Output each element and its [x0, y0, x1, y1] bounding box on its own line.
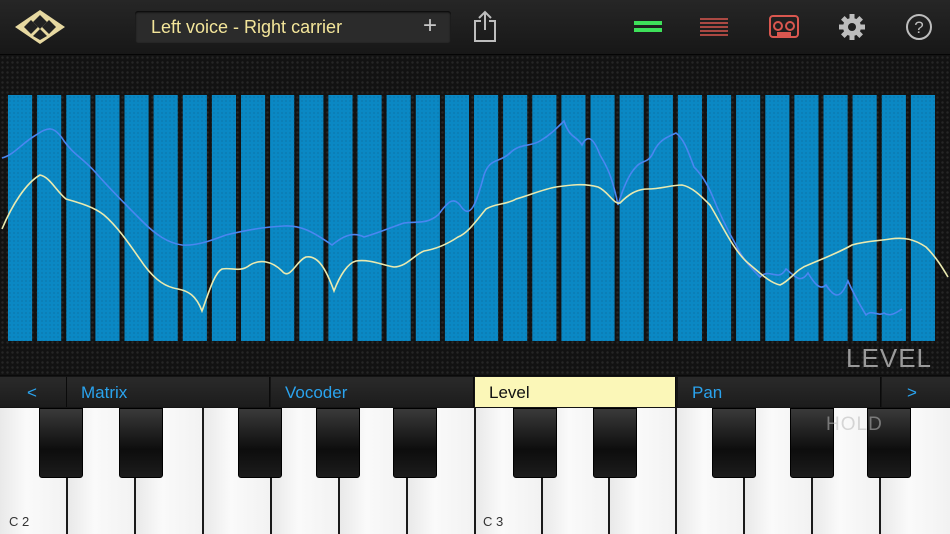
- band-column-texture: [736, 95, 761, 341]
- piano-black-key[interactable]: [593, 408, 637, 478]
- band-column-texture: [328, 95, 353, 341]
- piano-black-key[interactable]: [316, 408, 360, 478]
- preset-name: Left voice - Right carrier: [151, 17, 343, 37]
- band-column-texture: [561, 95, 586, 341]
- band-column-texture: [66, 95, 91, 341]
- tab-next-button[interactable]: >: [882, 377, 950, 407]
- band-column-texture: [182, 95, 207, 341]
- band-column-texture: [852, 95, 877, 341]
- tab-matrix[interactable]: Matrix: [67, 377, 270, 407]
- hold-button[interactable]: HOLD: [826, 414, 883, 436]
- band-column-texture: [444, 95, 469, 341]
- band-column-texture: [8, 95, 33, 341]
- chevron-right-icon: >: [907, 383, 917, 402]
- tab-level[interactable]: Level: [475, 377, 676, 407]
- display-mode-label: LEVEL: [846, 343, 932, 373]
- band-column-texture: [124, 95, 149, 341]
- chevron-left-icon: <: [27, 383, 37, 402]
- app-logo-icon[interactable]: [14, 8, 66, 46]
- band-column-texture: [241, 95, 266, 341]
- share-icon[interactable]: [468, 10, 502, 44]
- band-column-texture: [590, 95, 615, 341]
- band-column-texture: [503, 95, 528, 341]
- preset-selector[interactable]: Left voice - Right carrier +: [135, 11, 451, 43]
- note-label-c2: C 2: [9, 514, 30, 529]
- help-icon[interactable]: ?: [902, 10, 936, 44]
- band-column-texture: [386, 95, 411, 341]
- tab-pan[interactable]: Pan: [678, 377, 881, 407]
- band-column-texture: [270, 95, 295, 341]
- band-column-texture: [648, 95, 673, 341]
- piano-black-key[interactable]: [513, 408, 557, 478]
- piano-black-key[interactable]: [393, 408, 437, 478]
- band-column-texture: [474, 95, 499, 341]
- spectrum-icon[interactable]: [697, 10, 731, 44]
- recorder-icon[interactable]: [767, 10, 801, 44]
- tab-label: Pan: [692, 383, 723, 402]
- piano-black-key[interactable]: [39, 408, 83, 478]
- gear-icon[interactable]: [835, 10, 869, 44]
- tab-label: Matrix: [81, 383, 128, 402]
- band-column-texture: [357, 95, 382, 341]
- level-display[interactable]: LEVEL: [0, 55, 950, 375]
- tab-prev-button[interactable]: <: [0, 377, 67, 407]
- band-column-texture: [707, 95, 732, 341]
- band-column-texture: [881, 95, 906, 341]
- piano-black-key[interactable]: [712, 408, 756, 478]
- band-column-texture: [619, 95, 644, 341]
- band-column-texture: [910, 95, 935, 341]
- add-preset-button[interactable]: +: [423, 13, 437, 39]
- tab-vocoder[interactable]: Vocoder: [271, 377, 474, 407]
- band-column-texture: [299, 95, 324, 341]
- tab-label: Vocoder: [285, 383, 348, 402]
- top-toolbar: Left voice - Right carrier + ?: [0, 0, 950, 55]
- band-column-texture: [211, 95, 236, 341]
- piano-black-key[interactable]: [119, 408, 163, 478]
- band-column-texture: [153, 95, 178, 341]
- band-column-texture: [415, 95, 440, 341]
- channels-icon[interactable]: [631, 10, 665, 44]
- band-column-texture: [677, 95, 702, 341]
- piano-black-key[interactable]: [238, 408, 282, 478]
- note-label-c3: C 3: [483, 514, 504, 529]
- tab-label: Level: [489, 383, 530, 402]
- band-column-texture: [823, 95, 848, 341]
- page-tab-strip: < Matrix Vocoder Level Pan >: [0, 376, 950, 408]
- piano-keyboard: C 2 C 3: [0, 408, 950, 534]
- band-column-texture: [765, 95, 790, 341]
- band-level-chart[interactable]: [0, 55, 950, 375]
- band-column-texture: [794, 95, 819, 341]
- svg-text:?: ?: [914, 18, 923, 37]
